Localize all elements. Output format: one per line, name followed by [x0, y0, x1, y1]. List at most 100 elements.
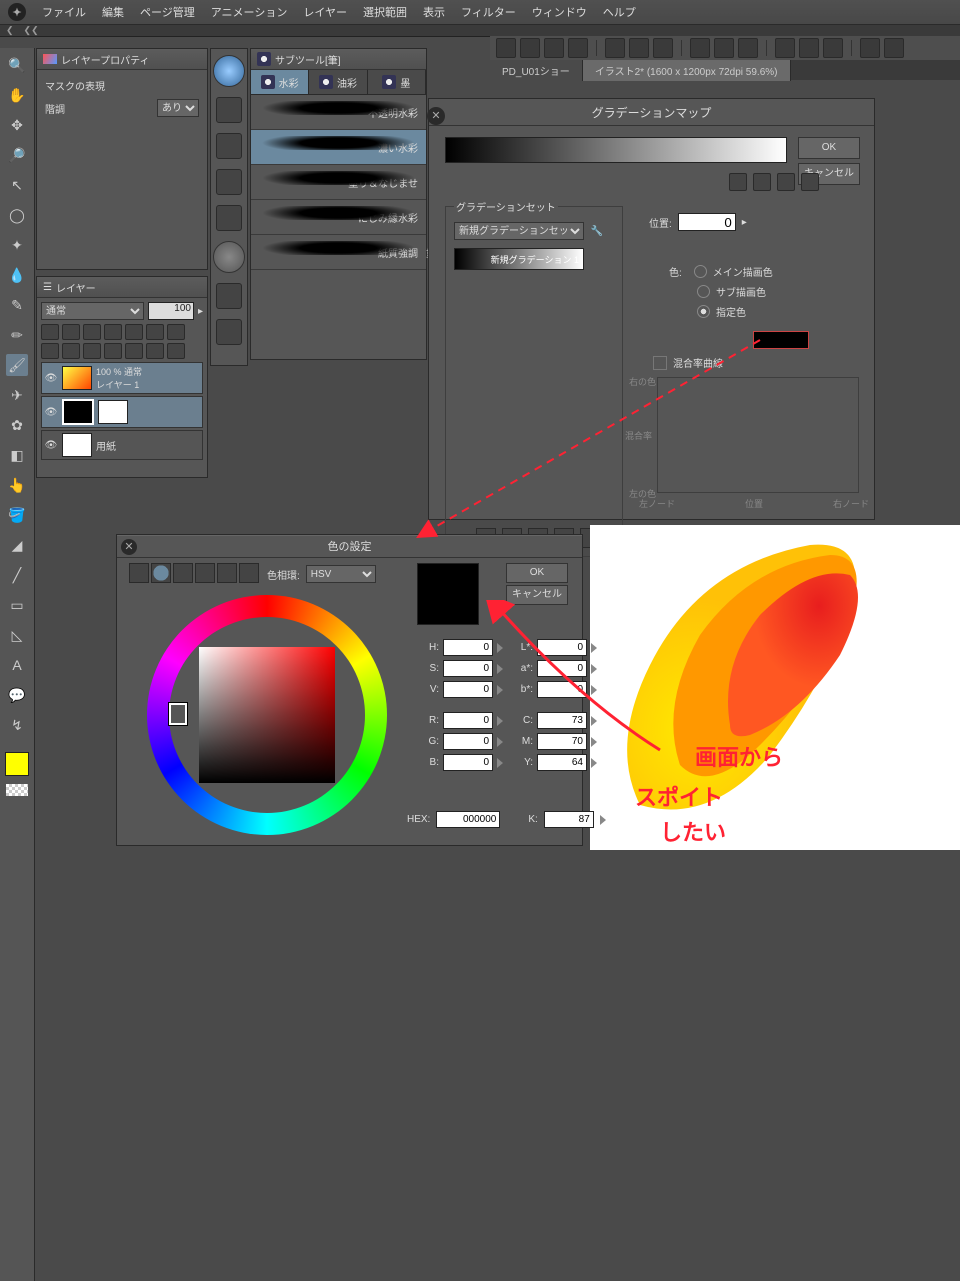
- mode-list-icon[interactable]: [217, 563, 237, 583]
- specified-color-swatch[interactable]: [753, 331, 809, 349]
- c-input[interactable]: [537, 712, 587, 729]
- next-node-icon[interactable]: [753, 173, 771, 191]
- m-input[interactable]: [537, 733, 587, 750]
- close-icon[interactable]: ✕: [121, 539, 137, 555]
- radio-main[interactable]: [694, 265, 707, 278]
- text-tool[interactable]: A: [6, 654, 28, 676]
- blend-mode-select[interactable]: 通常: [41, 302, 144, 320]
- reverse-icon[interactable]: [777, 173, 795, 191]
- qa-brush-icon[interactable]: [216, 97, 242, 123]
- visibility-icon[interactable]: 👁: [44, 373, 58, 384]
- layer-row-paper[interactable]: 👁 用紙: [41, 430, 203, 460]
- qa-pencil-icon[interactable]: [216, 205, 242, 231]
- menu-selection[interactable]: 選択範囲: [363, 4, 407, 20]
- position-input[interactable]: [678, 213, 736, 231]
- new-layer-icon[interactable]: [41, 343, 59, 359]
- mode-circle-icon[interactable]: [151, 563, 171, 583]
- color-icon[interactable]: [167, 324, 185, 340]
- quick-access-icon[interactable]: [213, 55, 245, 87]
- gradient-bar[interactable]: [445, 137, 787, 163]
- b-input[interactable]: [443, 754, 493, 771]
- qa-circle-icon[interactable]: [213, 241, 245, 273]
- doc-tab-inactive[interactable]: PD_U01ショー: [490, 60, 583, 81]
- mode-mixer-icon[interactable]: [195, 563, 215, 583]
- h-input[interactable]: [443, 639, 493, 656]
- subtool-item[interactable]: 不透明水彩: [251, 95, 426, 130]
- qa-layers-icon[interactable]: [216, 319, 242, 345]
- cut-icon[interactable]: [775, 38, 795, 58]
- select-tool[interactable]: ↖: [6, 174, 28, 196]
- save-icon[interactable]: [653, 38, 673, 58]
- mode-grid-icon[interactable]: [239, 563, 259, 583]
- blend-tool[interactable]: 👆: [6, 474, 28, 496]
- copy-icon[interactable]: [799, 38, 819, 58]
- mix-curve-box[interactable]: [657, 377, 859, 493]
- close-icon[interactable]: ✕: [427, 107, 445, 125]
- ruler-tool[interactable]: ◺: [6, 624, 28, 646]
- fit-icon[interactable]: [884, 38, 904, 58]
- s-input[interactable]: [443, 660, 493, 677]
- visibility-icon[interactable]: 👁: [44, 440, 58, 451]
- hue-mode-select[interactable]: HSV: [306, 565, 376, 583]
- doc-tab-active[interactable]: イラスト2* (1600 x 1200px 72dpi 59.6%): [583, 60, 791, 81]
- delete-layer-icon[interactable]: [167, 343, 185, 359]
- ruler-icon[interactable]: [146, 324, 164, 340]
- new-icon[interactable]: [605, 38, 625, 58]
- mask-icon[interactable]: [125, 324, 143, 340]
- l-input[interactable]: [537, 639, 587, 656]
- ok-button[interactable]: OK: [506, 563, 568, 583]
- delete-node-icon[interactable]: [801, 173, 819, 191]
- tab-watercolor[interactable]: 水彩: [251, 70, 309, 94]
- prev-node-icon[interactable]: [729, 173, 747, 191]
- cancel-button[interactable]: キャンセル: [506, 585, 568, 605]
- eyedrop-tool[interactable]: 💧: [6, 264, 28, 286]
- ok-button[interactable]: OK: [798, 137, 860, 159]
- menu-help[interactable]: ヘルプ: [603, 4, 636, 20]
- airbrush-tool[interactable]: ✈: [6, 384, 28, 406]
- move-tool[interactable]: ✥: [6, 114, 28, 136]
- layer-row-2[interactable]: 👁: [41, 396, 203, 428]
- nav-left-icon[interactable]: [520, 38, 540, 58]
- subtool-item[interactable]: 紙質強調重: [251, 235, 426, 270]
- transfer-icon[interactable]: [83, 343, 101, 359]
- menu-file[interactable]: ファイル: [42, 4, 86, 20]
- undo-icon[interactable]: [690, 38, 710, 58]
- trash-icon[interactable]: [738, 38, 758, 58]
- bstar-input[interactable]: [537, 681, 587, 698]
- gradient-set-select[interactable]: 新規グラデーションセット 1: [454, 222, 584, 240]
- v-input[interactable]: [443, 681, 493, 698]
- zoom-tool[interactable]: 🔎: [6, 144, 28, 166]
- nav-right-icon[interactable]: [544, 38, 564, 58]
- r-input[interactable]: [443, 712, 493, 729]
- redo-icon[interactable]: [714, 38, 734, 58]
- qa-pen-icon[interactable]: [216, 133, 242, 159]
- visibility-icon[interactable]: 👁: [44, 407, 58, 418]
- wand-tool[interactable]: ✦: [6, 234, 28, 256]
- y-input[interactable]: [537, 754, 587, 771]
- k-input[interactable]: [544, 811, 594, 828]
- deco-tool[interactable]: ✿: [6, 414, 28, 436]
- background-color[interactable]: [6, 784, 28, 796]
- stepper-icon[interactable]: ▸: [742, 217, 747, 228]
- merge-icon[interactable]: [104, 343, 122, 359]
- menu-animation[interactable]: アニメーション: [211, 4, 288, 20]
- grid-icon[interactable]: [496, 38, 516, 58]
- magnify-tool[interactable]: 🔍: [6, 54, 28, 76]
- qa-grid-icon[interactable]: [216, 283, 242, 309]
- tab-oil[interactable]: 油彩: [309, 70, 367, 94]
- g-input[interactable]: [443, 733, 493, 750]
- menu-window[interactable]: ウィンドウ: [532, 4, 587, 20]
- subtool-item[interactable]: 濃い水彩: [251, 130, 426, 165]
- lasso-tool[interactable]: ◯: [6, 204, 28, 226]
- color-wheel[interactable]: [147, 595, 387, 835]
- mode-square-icon[interactable]: [129, 563, 149, 583]
- gradient-set-item[interactable]: 新規グラデーション 1: [454, 248, 584, 270]
- lock-icon[interactable]: [41, 324, 59, 340]
- paste-icon[interactable]: [823, 38, 843, 58]
- menu-page[interactable]: ページ管理: [140, 4, 195, 20]
- balloon-tool[interactable]: 💬: [6, 684, 28, 706]
- subtool-item[interactable]: 塗り＆なじませ: [251, 165, 426, 200]
- opacity-value[interactable]: 100: [148, 302, 194, 320]
- pen-tool[interactable]: ✎: [6, 294, 28, 316]
- draft-icon[interactable]: [104, 324, 122, 340]
